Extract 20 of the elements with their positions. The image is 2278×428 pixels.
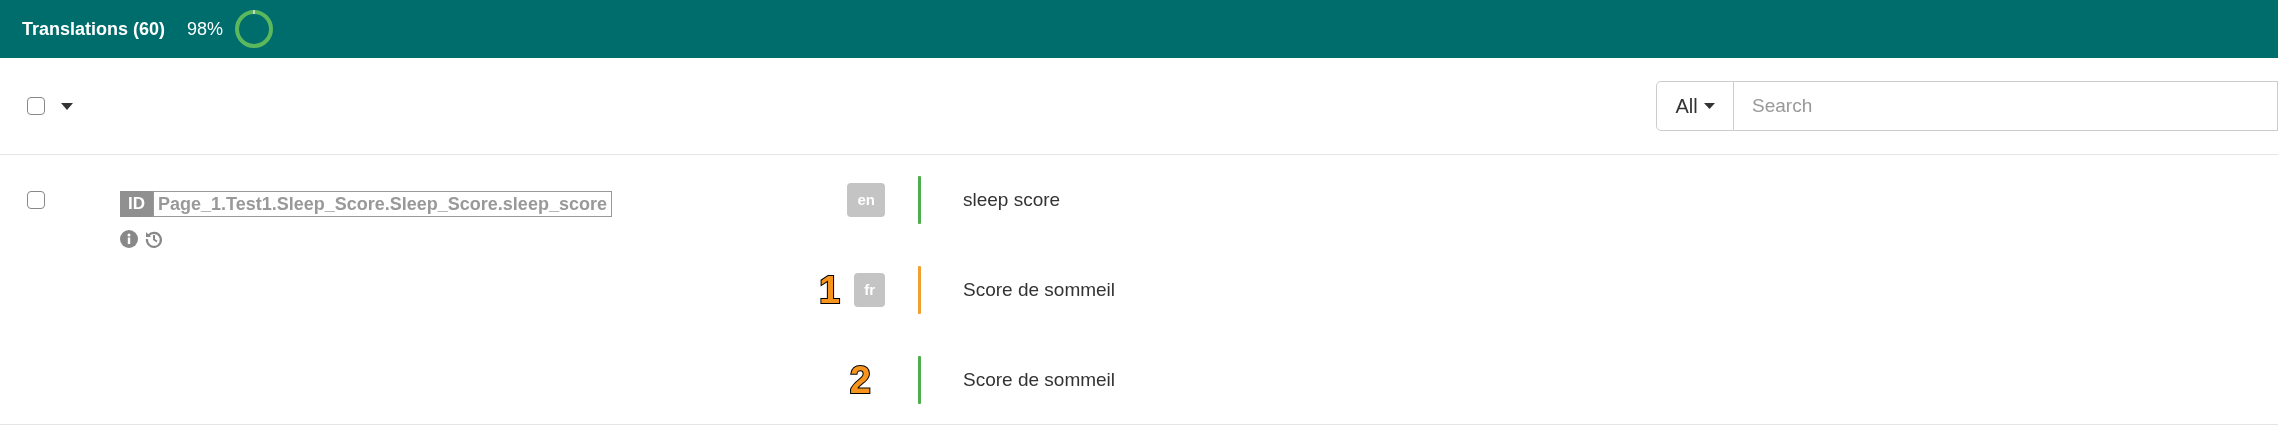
percent-text: 98% [187, 17, 224, 41]
history-icon[interactable] [144, 229, 164, 249]
search-field[interactable]: Search [1734, 81, 2278, 131]
key-text: Page_1.Test1.Sleep_Score.Sleep_Score.sleep_score [153, 191, 612, 217]
header-title: Translations (60) [22, 17, 166, 41]
checkbox[interactable] [27, 191, 45, 209]
annotation-number: 1 [819, 267, 841, 313]
caret-icon [1703, 103, 1715, 109]
filter-dropdown[interactable]: All [1656, 81, 1734, 131]
translation-text: Score de sommeil [963, 277, 1116, 302]
language-badge: en [847, 183, 885, 217]
progress-ring-icon [233, 8, 276, 50]
annotation-number: 2 [849, 357, 871, 403]
language-badge: fr [854, 273, 885, 307]
checkbox[interactable] [27, 97, 45, 115]
translation-text: sleep score [963, 187, 1061, 212]
id-label: ID [120, 191, 153, 217]
info-icon[interactable] [120, 230, 138, 248]
translation-text: Score de sommeil [963, 367, 1116, 392]
caret-icon[interactable] [61, 102, 73, 110]
